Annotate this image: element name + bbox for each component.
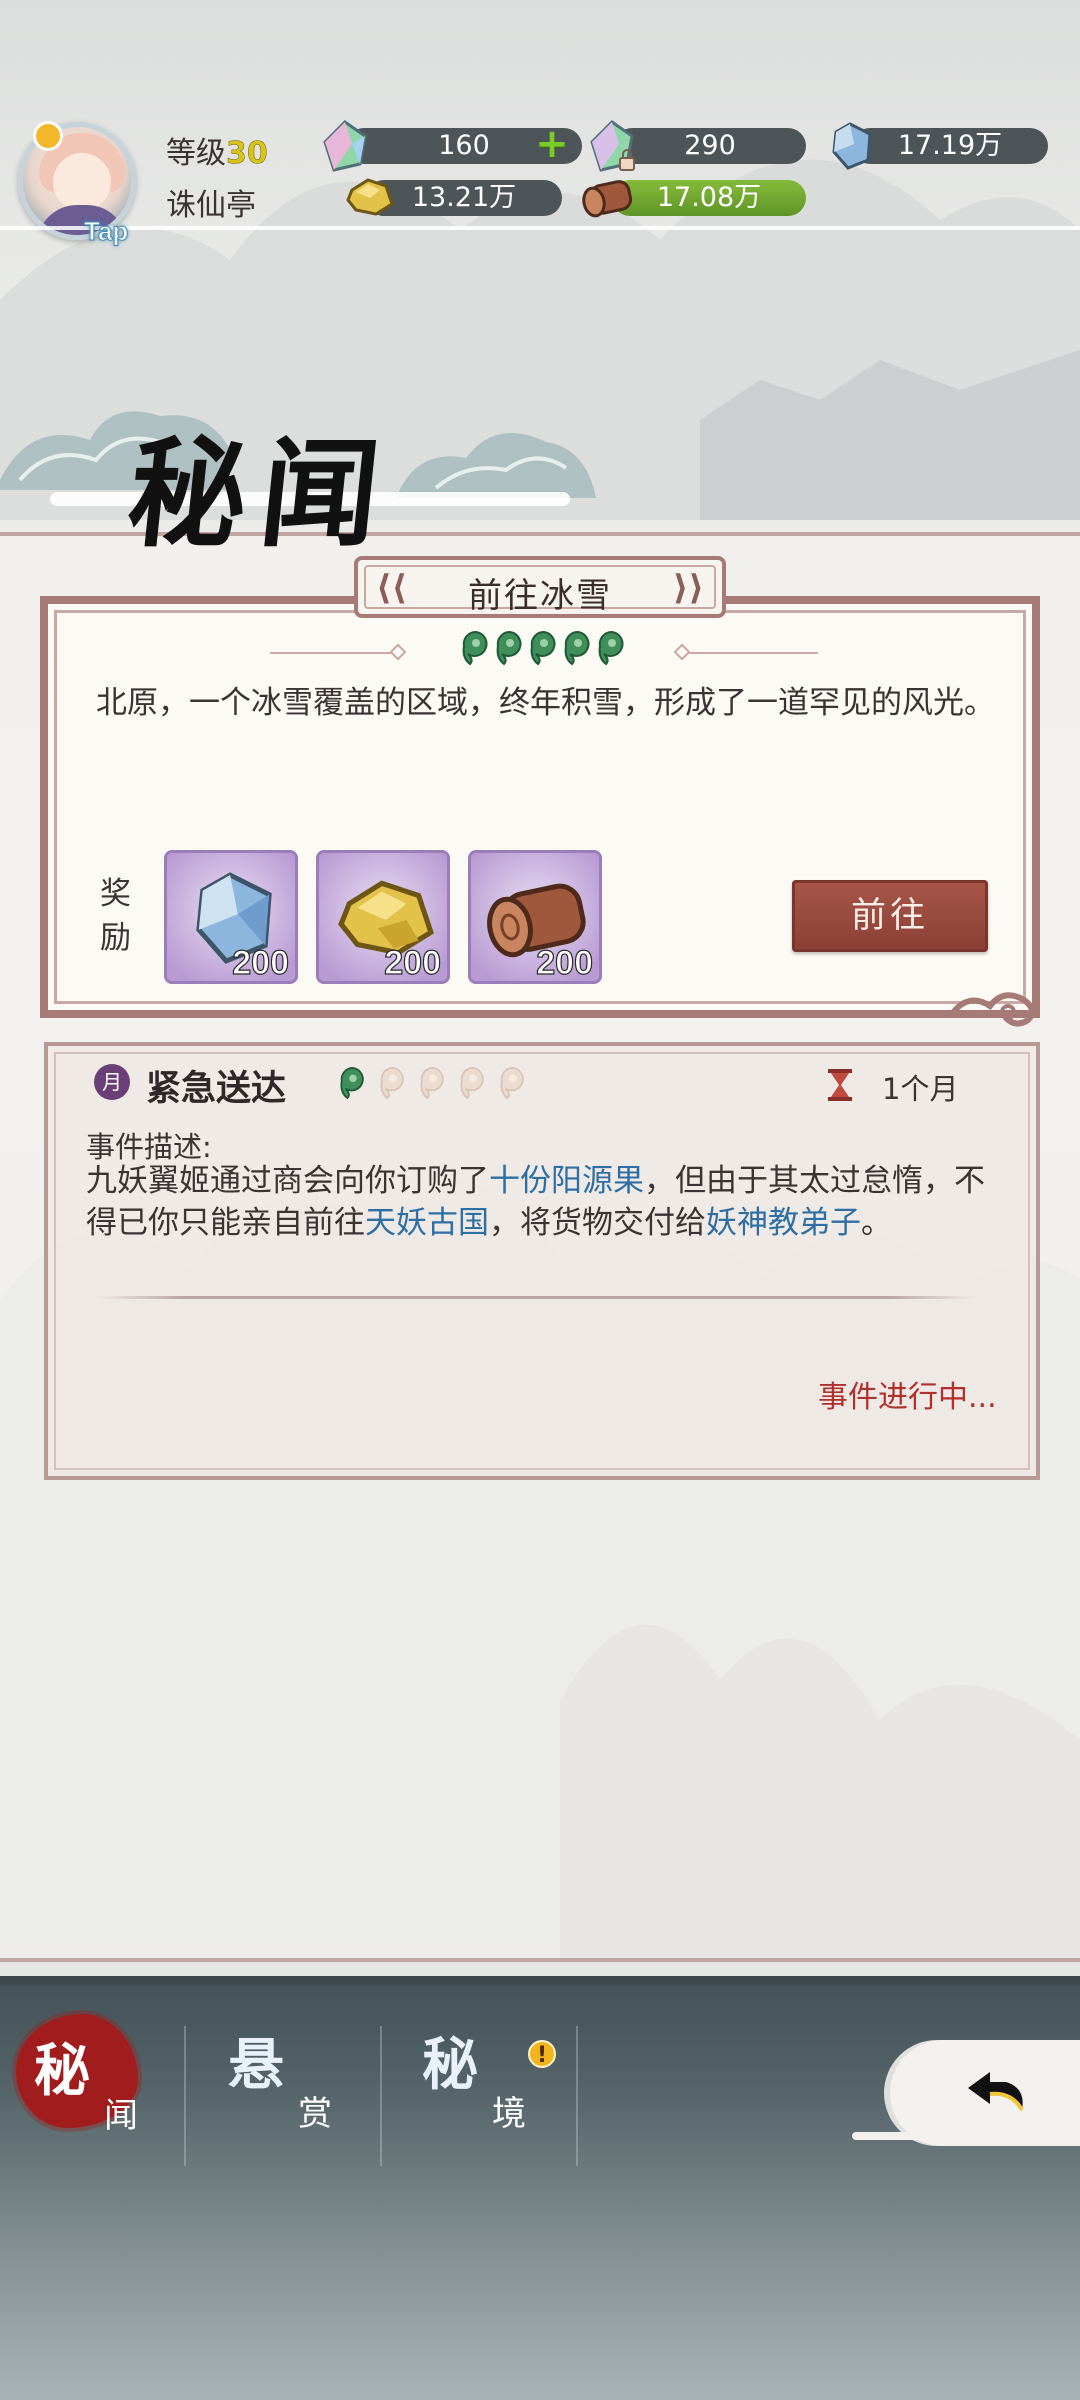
reward-count: 200: [536, 943, 594, 982]
sun-icon: [36, 124, 60, 148]
event-status: 事件进行中...: [818, 1380, 997, 1415]
featured-event-title-tab: ⟨⟨ 前往冰雪 ⟩⟩: [354, 556, 726, 618]
desc-text: 九妖翼姬通过商会向你订购了: [86, 1163, 489, 1199]
difficulty-star-icon: [338, 1066, 368, 1100]
nav-separator: [184, 2026, 186, 2166]
nav-separator: [576, 2026, 578, 2166]
month-badge: 月: [94, 1064, 130, 1100]
reward-slot-gold-ore[interactable]: 200: [316, 850, 450, 984]
page-title-banner: 秘闻: [0, 380, 600, 563]
reward-label: 奖励: [100, 876, 131, 956]
tab-label-main: 秘: [422, 2032, 478, 2098]
event-divider: [96, 1296, 976, 1299]
reward-slot-ice-crystal[interactable]: 200: [164, 850, 298, 984]
desc-text: 。: [861, 1205, 892, 1241]
difficulty-star-empty-icon: [378, 1066, 408, 1100]
difficulty-star-icon: [562, 630, 594, 666]
tab-label-sub: 赏: [298, 2094, 332, 2134]
highlight-place: 天妖古国: [365, 1205, 489, 1241]
player-location: 诛仙亭: [166, 188, 256, 223]
urgent-difficulty-stars: [338, 1066, 548, 1102]
tab-secret-news[interactable]: 秘 闻: [16, 2020, 186, 2170]
tab-label-main: 悬: [228, 2032, 284, 2098]
player-level: 等级30: [166, 128, 268, 172]
reward-slot-wood[interactable]: 200: [468, 850, 602, 984]
level-number: 30: [226, 136, 268, 172]
urgent-event-description: 九妖翼姬通过商会向你订购了十份阳源果，但由于其太过怠惰，不得已你只能亲自前往天妖…: [86, 1160, 986, 1244]
page-title: 秘闻: [121, 424, 401, 563]
difficulty-star-icon: [596, 630, 628, 666]
go-button[interactable]: 前往: [792, 880, 988, 952]
difficulty-star-empty-icon: [418, 1066, 448, 1100]
level-text: 等级: [166, 136, 226, 171]
reward-count: 200: [232, 943, 290, 982]
difficulty-star-empty-icon: [498, 1066, 528, 1100]
featured-event-description: 北原，一个冰雪覆盖的区域，终年积雪，形成了一道罕见的风光。: [96, 685, 995, 721]
nav-separator: [380, 2026, 382, 2166]
featured-event-title: 前往冰雪: [468, 576, 612, 616]
reward-count: 200: [384, 943, 442, 982]
tap-label[interactable]: Tap: [83, 216, 128, 247]
featured-difficulty-stars: [460, 630, 630, 670]
star-divider-left: [270, 652, 400, 654]
tab-bounty[interactable]: 悬 赏: [190, 2020, 380, 2170]
alert-badge-icon: !: [528, 2040, 556, 2068]
tab-label-main: 秘: [34, 2038, 90, 2104]
tab-label-sub: 闻: [104, 2096, 138, 2136]
tab-label-sub: 境: [492, 2094, 526, 2134]
difficulty-star-icon: [460, 630, 492, 666]
highlight-item: 十份阳源果: [489, 1163, 644, 1199]
tab-ornament-right: ⟩⟩: [672, 568, 704, 608]
difficulty-star-empty-icon: [458, 1066, 488, 1100]
top-status-bar: [0, 70, 1080, 230]
desc-text: ，将货物交付给: [489, 1205, 706, 1241]
cloud-swirl-ornament: [949, 992, 1036, 1027]
difficulty-star-icon: [494, 630, 526, 666]
star-divider-right: [688, 652, 818, 654]
urgent-event-title: 紧急送达: [146, 1069, 287, 1109]
difficulty-star-icon: [528, 630, 560, 666]
event-duration: 1个月: [882, 1072, 959, 1106]
back-arrow-icon[interactable]: [960, 2058, 1040, 2130]
back-brush-stroke: [852, 2132, 1080, 2140]
highlight-npc: 妖神教弟子: [706, 1205, 861, 1241]
hourglass-icon: [828, 1069, 852, 1101]
